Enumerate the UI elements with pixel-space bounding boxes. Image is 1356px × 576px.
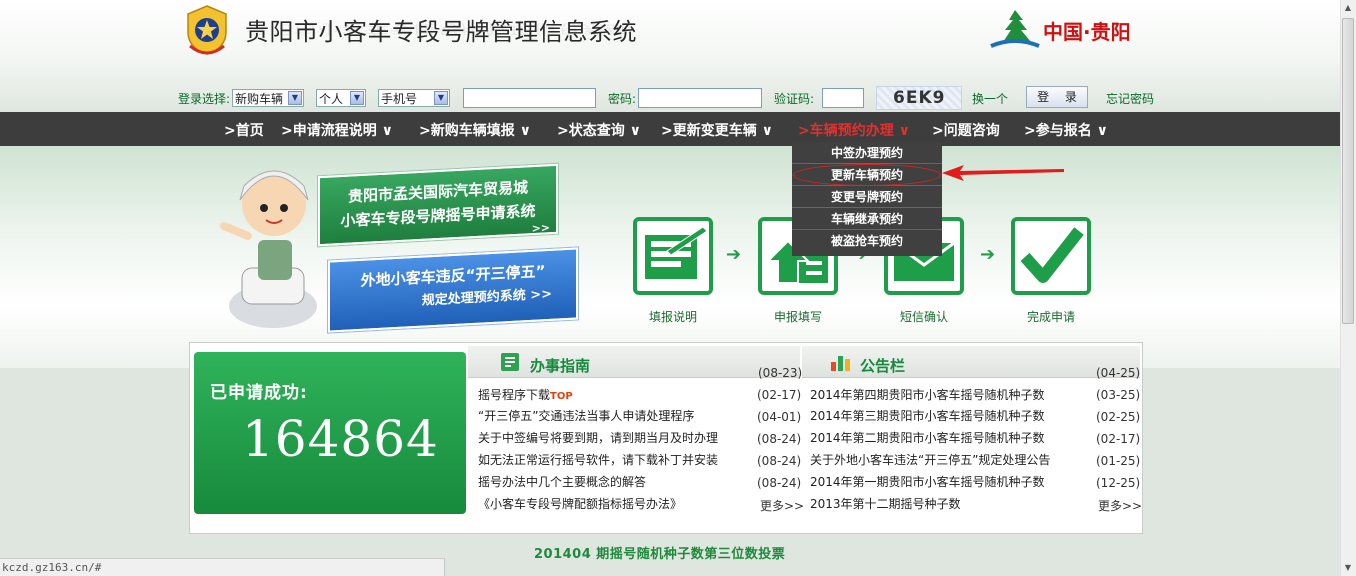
guide-item-2[interactable]: “开三停五”交通违法当事人申请处理程序 <box>478 407 694 424</box>
notice-header-date: (04-25) <box>1096 366 1141 380</box>
login-button[interactable]: 登 录 <box>1026 86 1088 108</box>
id-type-select[interactable]: 手机号 ▼ <box>378 89 450 107</box>
nav-appointment[interactable]: >车辆预约办理 ∨ <box>798 120 910 140</box>
notice-item-1[interactable]: 2014年第四期贵阳市小客车摇号随机种子数 <box>810 386 1045 403</box>
guide-more-link[interactable]: 更多>> <box>760 497 804 514</box>
nav-status[interactable]: >状态查询 ∨ <box>557 120 641 140</box>
captcha-input[interactable] <box>822 88 864 108</box>
login-select-label: 登录选择: <box>178 92 231 106</box>
step-complete[interactable] <box>1011 217 1091 295</box>
guide-item-1[interactable]: 摇号程序下载TOP <box>478 386 573 403</box>
person-type-select[interactable]: 个人 ▼ <box>316 89 366 107</box>
guide-item-text: 摇号程序下载 <box>478 388 551 402</box>
captcha-image[interactable]: 6EK9 <box>876 86 962 110</box>
dropdown-item-stolen[interactable]: 被盗抢车预约 <box>792 230 942 252</box>
guide-item-6[interactable]: 《小客车专段号牌配额指标摇号办法》 <box>478 495 682 512</box>
nav-process[interactable]: >申请流程说明 ∨ <box>281 120 393 140</box>
violation-appointment-banner[interactable]: 外地小客车违反“开三停五” 规定处理预约系统 >> <box>328 247 578 333</box>
guide-title: 办事指南 <box>530 357 591 375</box>
site-title-reflection: 贵阳市小客车专段号牌管理信息系统 <box>245 21 629 37</box>
nav-register[interactable]: >参与报名 ∨ <box>1024 120 1108 140</box>
guide-item-date: (08-24) <box>757 432 802 446</box>
notice-item-3[interactable]: 2014年第二期贵阳市小客车摇号随机种子数 <box>810 429 1045 446</box>
applied-count: 164864 <box>242 410 439 468</box>
chevron-down-icon: ▼ <box>350 91 364 105</box>
step-label-1: 填报说明 <box>648 310 697 324</box>
guide-item-date: (08-24) <box>757 476 802 490</box>
notice-item-6[interactable]: 2013年第十二期摇号种子数 <box>810 495 961 512</box>
chevron-down-icon: ▼ <box>288 91 302 105</box>
nav-home[interactable]: >首页 <box>224 120 264 140</box>
notice-item-date: (01-25) <box>1096 454 1141 468</box>
lottery-system-banner[interactable]: 贵阳市孟关国际汽车贸易城 小客车专段号牌摇号申请系统 >> <box>318 163 558 247</box>
notice-header <box>802 346 1140 378</box>
guide-item-date: (08-24) <box>757 454 802 468</box>
id-type-value: 手机号 <box>381 91 418 106</box>
top-badge: TOP <box>550 391 573 402</box>
guide-item-5[interactable]: 摇号办法中几个主要概念的解答 <box>478 473 646 490</box>
step-label-3: 短信确认 <box>899 310 948 324</box>
guide-item-date: (04-01) <box>757 410 802 424</box>
nav-update-vehicle[interactable]: >更新变更车辆 ∨ <box>661 120 773 140</box>
password-label: 密码: <box>608 92 637 106</box>
red-arrow-icon <box>942 165 1064 181</box>
notice-item-date: (12-25) <box>1096 476 1141 490</box>
person-type-value: 个人 <box>319 91 344 106</box>
notice-item-date: (02-17) <box>1096 432 1141 446</box>
notice-title: 公告栏 <box>860 357 906 375</box>
notice-item-date: (02-25) <box>1096 410 1141 424</box>
step-fill-instructions[interactable] <box>633 217 713 295</box>
guide-header-date: (08-23) <box>758 366 803 380</box>
nav-consult[interactable]: >问题咨询 <box>932 120 1000 140</box>
forgot-password-link[interactable]: 忘记密码 <box>1106 90 1154 107</box>
notice-item-4[interactable]: 关于外地小客车违法“开三停五”规定处理公告 <box>810 451 1050 468</box>
vote-title[interactable]: 201404 期摇号随机种子数第三位数投票 <box>534 543 785 562</box>
guide-item-date: (02-17) <box>757 388 802 402</box>
document-pen-icon <box>645 226 708 279</box>
notice-item-date: (03-25) <box>1096 388 1141 402</box>
password-input[interactable] <box>638 88 762 108</box>
highlight-circle <box>793 164 941 186</box>
step-arrow-icon: ➔ <box>980 244 996 265</box>
notice-more-link[interactable]: 更多>> <box>1098 497 1142 514</box>
step-label-4: 完成申请 <box>1026 310 1075 324</box>
dropdown-item-signing[interactable]: 中签办理预约 <box>792 142 942 164</box>
nav-new-vehicle[interactable]: >新购车辆填报 ∨ <box>419 120 531 140</box>
applied-label: 已申请成功: <box>210 383 308 403</box>
guiyang-logo-text: 中国·贵阳 <box>1043 20 1131 44</box>
appointment-dropdown: 中签办理预约 更新车辆预约 变更号牌预约 车辆继承预约 被盗抢车预约 <box>792 142 942 256</box>
dropdown-item-inherit[interactable]: 车辆继承预约 <box>792 208 942 230</box>
step-label-2: 申报填写 <box>773 310 822 324</box>
scroll-up-icon[interactable]: ▲ <box>1341 0 1355 16</box>
notice-item-5[interactable]: 2014年第一期贵阳市小客车摇号随机种子数 <box>810 473 1045 490</box>
dropdown-item-change-plate[interactable]: 变更号牌预约 <box>792 186 942 208</box>
guide-item-3[interactable]: 关于中签编号将要到期，请到期当月及时办理 <box>478 429 718 446</box>
step-arrow-icon: ➔ <box>726 244 742 265</box>
refresh-captcha-link[interactable]: 换一个 <box>972 90 1008 107</box>
chevron-down-icon: ▼ <box>434 91 448 105</box>
notice-item-2[interactable]: 2014年第三期贵阳市小客车摇号随机种子数 <box>810 407 1045 424</box>
scroll-thumb[interactable] <box>1342 18 1354 324</box>
scroll-down-icon[interactable]: ▼ <box>1341 560 1355 576</box>
captcha-label: 验证码: <box>774 92 815 106</box>
checkmark-icon <box>1020 227 1084 283</box>
guide-item-4[interactable]: 如无法正常运行摇号软件，请下载补丁并安装 <box>478 451 718 468</box>
account-input[interactable] <box>463 88 596 108</box>
vehicle-type-select[interactable]: 新购车辆 ▼ <box>232 89 304 107</box>
vehicle-type-value: 新购车辆 <box>235 91 284 106</box>
bar-chart-icon <box>831 356 850 371</box>
police-emblem-icon <box>187 5 227 55</box>
guide-book-icon <box>501 353 519 371</box>
police-mascot-icon <box>220 170 317 328</box>
browser-status-bar: kczd.gz163.cn/# <box>0 558 445 576</box>
